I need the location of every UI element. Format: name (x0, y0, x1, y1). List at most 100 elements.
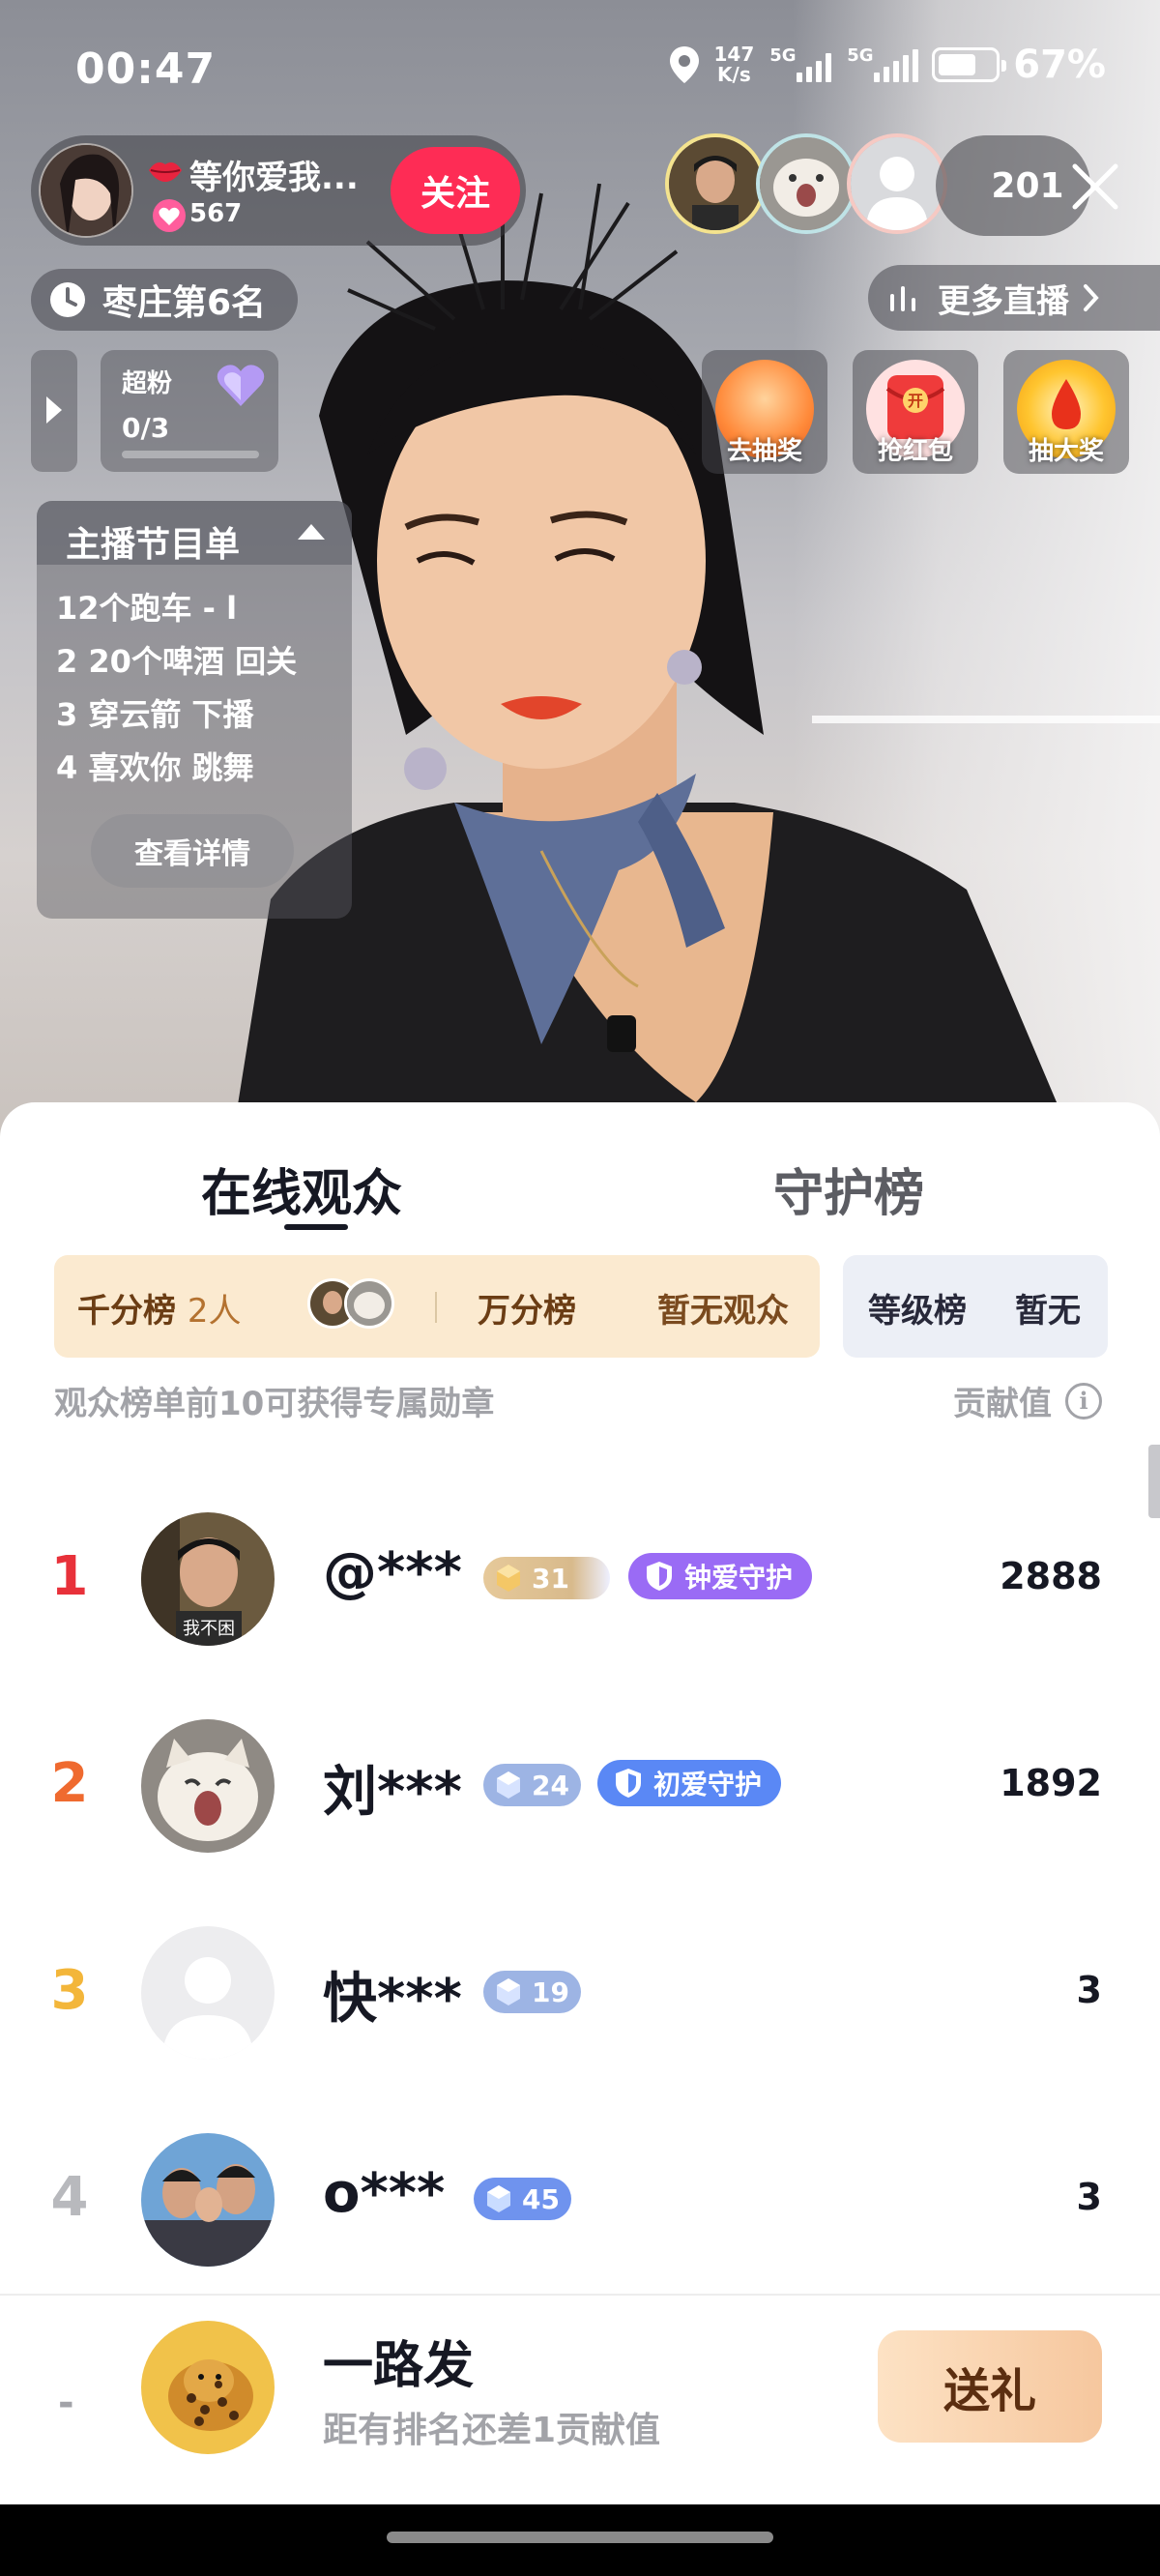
my-rank-hint: 距有排名还差1贡献值 (323, 2411, 661, 2450)
viewer-avatar[interactable] (847, 133, 947, 234)
status-bar: 00:47 147 K/s 5G 5G 67% (0, 0, 1160, 135)
superfan-card[interactable]: 超粉 0/3 (101, 350, 278, 472)
svg-text:我不困: 我不困 (183, 1619, 235, 1639)
collapse-caret-icon[interactable] (298, 524, 325, 540)
tab-online-audience[interactable]: 在线观众 (201, 1153, 402, 1225)
program-list-title: 主播节目单 (66, 525, 241, 565)
superfan-progress (122, 451, 259, 458)
host-avatar[interactable] (39, 143, 133, 238)
contribution-score: 1892 (1000, 1762, 1102, 1804)
my-name: 一路发 (323, 2337, 475, 2395)
play-triangle-icon (46, 396, 62, 424)
my-rank: - (58, 2381, 74, 2425)
viewer-avatar[interactable] (756, 133, 856, 234)
program-item: 4 喜欢你 跳舞 (56, 749, 254, 786)
host-likes: 567 (189, 199, 243, 228)
ten-thousand-board-value: 暂无观众 (657, 1292, 789, 1331)
active-tab-indicator (284, 1224, 348, 1230)
level-badge: 19 (483, 1971, 581, 2013)
more-live-button[interactable]: 更多直播 (868, 265, 1160, 331)
thousand-board-count: 2人 (187, 1292, 242, 1331)
my-avatar[interactable] (141, 2321, 275, 2454)
host-name: 等你爱我... (189, 159, 359, 197)
guardian-badge: 钟爱守护 (628, 1553, 813, 1599)
activity-label: 抽大奖 (1028, 437, 1104, 466)
more-live-label: 更多直播 (938, 281, 1069, 321)
user-avatar[interactable]: 我不困 (141, 1512, 275, 1646)
level-badge: 45 (474, 2178, 571, 2220)
thousand-board-label: 千分榜 (77, 1292, 176, 1331)
user-name: 刘*** (323, 1761, 462, 1824)
blue-gem-icon (497, 1771, 520, 1799)
follow-button[interactable]: 关注 (391, 147, 520, 234)
battery-percent: 67% (1013, 43, 1106, 87)
signal-icon-sim1: 5G (769, 45, 832, 82)
row-rank: 2 (50, 1752, 89, 1815)
level-board-label: 等级榜 (868, 1292, 967, 1331)
gold-gem-icon (497, 1565, 520, 1592)
shield-icon (616, 1769, 641, 1798)
level-board-card[interactable]: 等级榜 暂无 (843, 1255, 1108, 1358)
level-badge: 31 (483, 1557, 610, 1599)
expand-panel-button[interactable] (31, 350, 77, 472)
audience-row[interactable]: 4 o*** 45 3 (0, 2096, 1160, 2303)
city-rank-label: 枣庄第6名 (102, 283, 267, 323)
viewer-avatar[interactable] (665, 133, 766, 234)
audience-row[interactable]: 2 刘*** 24 初爱守护 1892 (0, 1683, 1160, 1889)
contribution-score: 3 (1076, 2176, 1102, 2218)
superfan-count: 0/3 (122, 412, 170, 444)
top-viewers[interactable] (665, 133, 947, 234)
heart-icon (153, 199, 186, 232)
user-name: @*** (323, 1541, 462, 1604)
contribution-header: 贡献值 i (953, 1377, 1102, 1424)
view-details-button[interactable]: 查看详情 (91, 814, 294, 888)
info-icon[interactable]: i (1065, 1382, 1102, 1420)
activity-label: 去抽奖 (726, 437, 802, 466)
user-avatar[interactable] (141, 1926, 275, 2060)
lips-icon (149, 162, 182, 182)
location-icon (669, 46, 699, 83)
blue-gem-icon (497, 1978, 520, 2005)
bar-chart-icon (890, 286, 915, 311)
city-rank-pill[interactable]: 枣庄第6名 (31, 269, 298, 331)
audience-row[interactable]: 3 快*** 19 3 (0, 1889, 1160, 2096)
program-item: 12个跑车 - l (56, 590, 238, 627)
badge-hint: 观众榜单前10可获得专属勋章 (54, 1385, 495, 1423)
program-item: 2 20个啤酒 回关 (56, 643, 298, 680)
level-board-value: 暂无 (1015, 1292, 1081, 1331)
program-item: 3 穿云箭 下播 (56, 696, 254, 733)
sheet-tabs: 在线观众 守护榜 (0, 1153, 1160, 1249)
purple-heart-icon (217, 365, 265, 406)
ten-thousand-board-label: 万分榜 (478, 1292, 576, 1331)
close-icon[interactable] (1067, 159, 1123, 215)
blue-gem-icon (487, 2185, 510, 2212)
send-gift-button[interactable]: 送礼 (878, 2330, 1102, 2443)
signal-icon-sim2: 5G (847, 45, 919, 82)
battery-icon (932, 47, 1007, 82)
row-rank: 3 (50, 1959, 89, 2022)
divider (435, 1292, 437, 1323)
contribution-score: 3 (1076, 1969, 1102, 2011)
big-prize-button[interactable]: 抽大奖 (1003, 350, 1129, 474)
audience-row[interactable]: 1 我不困 @*** 31 钟爱守护 2888 (0, 1476, 1160, 1683)
home-indicator[interactable] (387, 2532, 773, 2543)
row-rank: 4 (50, 2166, 89, 2229)
user-name: 快*** (323, 1968, 462, 2031)
net-speed: 147 K/s (713, 43, 755, 86)
status-time: 00:47 (75, 44, 217, 94)
program-list-panel: 主播节目单 12个跑车 - l 2 20个啤酒 回关 3 穿云箭 下播 4 喜欢… (37, 501, 352, 919)
row-rank: 1 (50, 1545, 89, 1608)
program-list-header[interactable]: 主播节目单 (37, 501, 352, 565)
tab-guardian-board[interactable]: 守护榜 (773, 1153, 924, 1225)
host-info-pill[interactable]: 等你爱我... 567 关注 (31, 135, 526, 246)
user-name: o*** (323, 2162, 446, 2225)
user-avatar[interactable] (141, 2133, 275, 2267)
contribution-label: 贡献值 (953, 1385, 1052, 1423)
svg-text:开: 开 (908, 392, 923, 410)
red-envelope-button[interactable]: 开 抢红包 (853, 350, 978, 474)
lottery-button[interactable]: 去抽奖 (702, 350, 827, 474)
score-board-card[interactable]: 千分榜 2人 万分榜 暂无观众 (54, 1255, 820, 1358)
shield-icon (647, 1562, 672, 1591)
contribution-score: 2888 (1000, 1555, 1102, 1597)
user-avatar[interactable] (141, 1719, 275, 1853)
